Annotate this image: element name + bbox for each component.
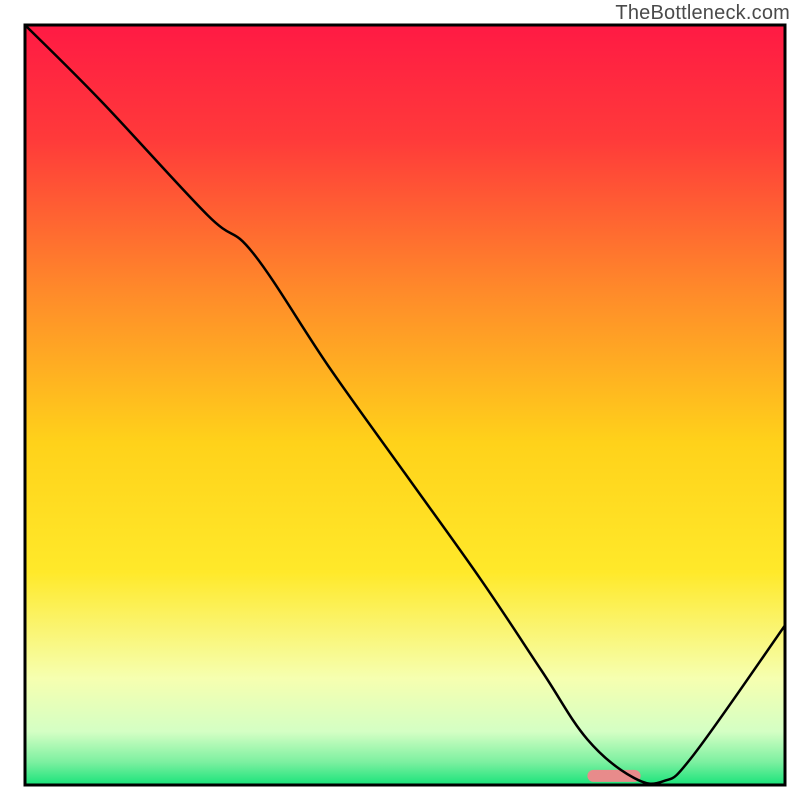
watermark-text: TheBottleneck.com (615, 2, 790, 25)
chart-stage: TheBottleneck.com (0, 0, 800, 800)
chart-svg (0, 0, 800, 800)
gradient-background (25, 25, 785, 785)
